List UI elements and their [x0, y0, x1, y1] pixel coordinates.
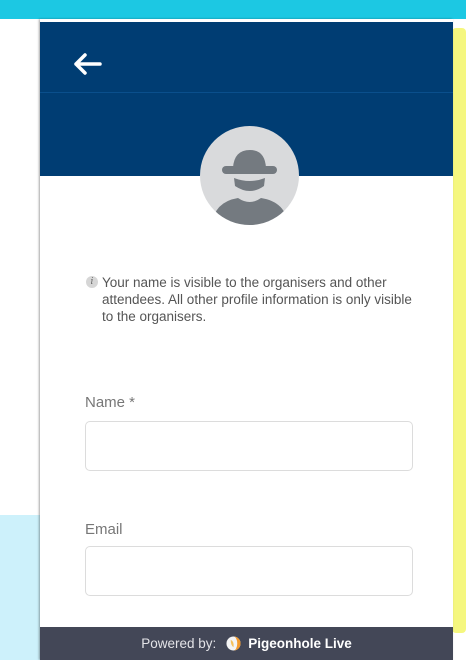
profile-panel: i Your name is visible to the organisers…	[40, 19, 453, 660]
name-label: Name *	[85, 394, 136, 411]
name-input[interactable]	[85, 421, 413, 471]
info-icon: i	[86, 276, 98, 288]
privacy-notice-text: Your name is visible to the organisers a…	[102, 275, 412, 324]
footer: Powered by: Pigeonhole Live	[40, 627, 453, 660]
back-button[interactable]	[66, 46, 106, 82]
highlight-bar	[452, 28, 466, 633]
incognito-user-icon	[212, 150, 288, 225]
top-accent-bar	[0, 0, 466, 19]
background-strip	[0, 515, 41, 660]
pigeonhole-logo-icon	[226, 636, 241, 651]
powered-by-label: Powered by:	[141, 636, 217, 651]
privacy-notice: i Your name is visible to the organisers…	[86, 274, 426, 325]
email-input[interactable]	[85, 546, 413, 596]
email-label: Email	[85, 521, 123, 538]
brand-name[interactable]: Pigeonhole Live	[248, 636, 352, 651]
header-divider	[40, 92, 453, 93]
arrow-left-icon	[74, 53, 102, 75]
avatar	[200, 126, 299, 225]
